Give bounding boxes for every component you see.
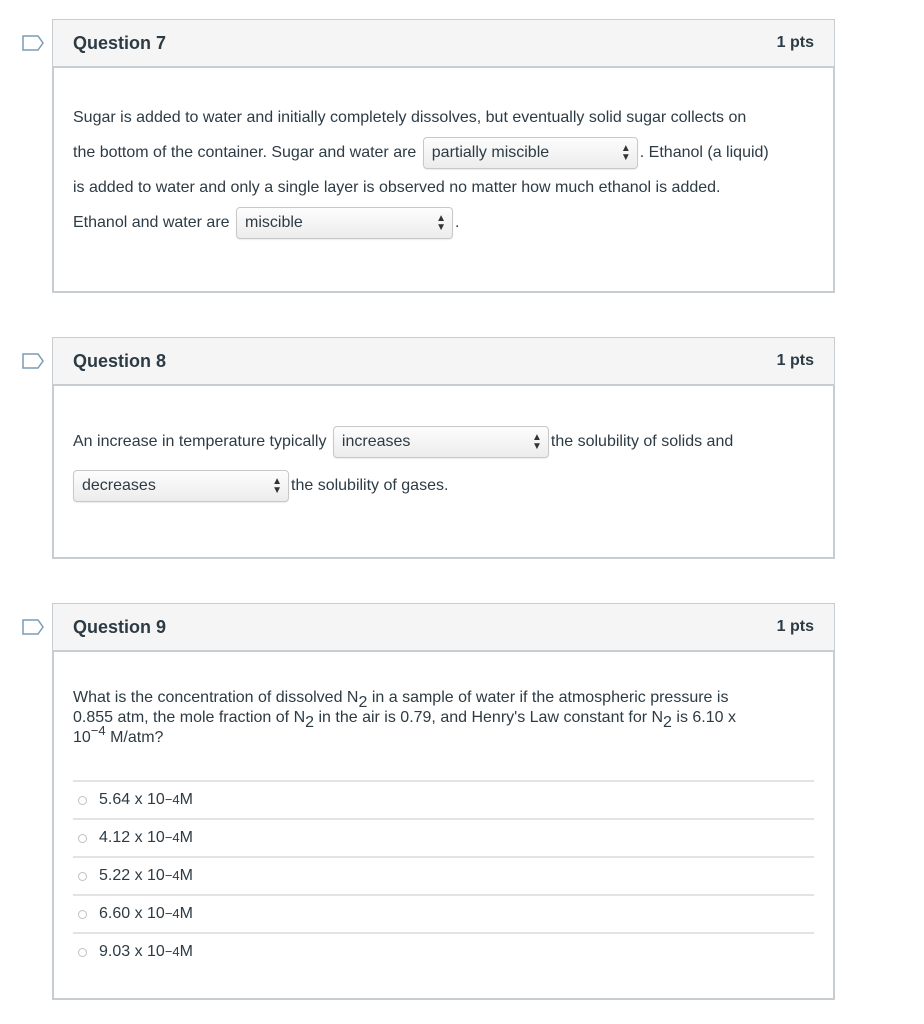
answer-unit: M [179,867,193,884]
text: 10 [73,729,91,746]
select-value: increases [341,432,411,450]
answer-list: 5.64 x 10 −4 M 4.12 x 10 −4 M 5.22 x 10 −4 … [73,780,814,970]
answer-text: 5.22 x 10 [99,867,165,884]
select-arrows-icon: ▲ ▼ [620,142,631,163]
text: Sugar is added to water and initially co… [73,109,747,126]
answer-option[interactable]: 9.03 x 10 −4 M [73,932,814,970]
answer-unit: M [179,905,193,922]
answer-option[interactable]: 4.12 x 10 −4 M [73,818,814,856]
answer-unit: M [179,829,193,846]
radio-button[interactable] [78,871,87,881]
flag-question-icon[interactable] [22,35,44,51]
text: Ethanol and water are [73,214,230,231]
flag-question-icon[interactable] [22,619,44,635]
miscibility-select-1[interactable]: partially miscible ▲ ▼ [422,136,638,169]
question-points: 1 pts [776,34,814,51]
answer-text: 4.12 x 10 [99,829,165,846]
answer-text: 5.64 x 10 [99,791,165,808]
subscript: 2 [663,714,672,731]
question-title: Question 7 [73,32,167,53]
text: the solubility of gases. [291,477,449,494]
question-title: Question 8 [73,350,167,371]
answer-unit: M [179,791,193,808]
text: in the air is 0.79, and Henry's Law cons… [314,709,664,726]
question-text: An increase in temperature typically inc… [53,386,834,508]
radio-button[interactable] [78,947,87,957]
select-value: partially miscible [431,143,550,161]
subscript: 2 [305,714,315,731]
question-8: Question 8 1 pts An increase in temperat… [52,337,835,559]
text: is added to water and only a single laye… [73,179,721,196]
question-title: Question 9 [73,616,167,637]
question-header: Question 7 1 pts [53,20,834,68]
text: An increase in temperature typically [73,433,327,450]
answer-text: 6.60 x 10 [99,905,165,922]
text: the solubility of solids and [550,433,734,450]
answer-option[interactable]: 6.60 x 10 −4 M [73,894,814,932]
miscibility-select-2[interactable]: miscible ▲ ▼ [236,206,453,239]
question-points: 1 pts [776,352,814,369]
question-text: Sugar is added to water and initially co… [53,68,834,240]
question-text: What is the concentration of dissolved N… [53,652,834,970]
text: What is the concentration of dissolved N [73,689,359,706]
select-arrows-icon: ▲ ▼ [436,212,446,233]
question-7: Question 7 1 pts Sugar is added to water… [52,19,835,293]
text: the bottom of the container. Sugar and w… [73,144,417,161]
text: M/atm? [105,729,164,746]
answer-option[interactable]: 5.22 x 10 −4 M [73,856,814,894]
text: is 6.10 x [671,709,736,726]
select-value: miscible [245,213,303,231]
superscript: −4 [90,723,106,738]
select-arrows-icon: ▲ ▼ [272,475,282,496]
select-value: decreases [82,476,156,494]
radio-button[interactable] [78,909,87,919]
question-header: Question 8 1 pts [53,338,834,386]
radio-button[interactable] [78,795,87,805]
text: in a sample of water if the atmospheric … [367,689,729,706]
text: . [455,214,460,231]
answer-unit: M [179,943,193,960]
text: 0.855 atm, the mole fraction of N [73,709,306,726]
temperature-gases-select[interactable]: decreases ▲ ▼ [73,469,289,502]
text: . Ethanol (a liquid) [639,144,769,161]
answer-option[interactable]: 5.64 x 10 −4 M [73,780,814,818]
question-9: Question 9 1 pts What is the concentrati… [52,603,835,1000]
answer-text: 9.03 x 10 [99,943,165,960]
temperature-solids-select[interactable]: increases ▲ ▼ [332,425,549,458]
flag-question-icon[interactable] [22,353,44,369]
question-points: 1 pts [776,618,814,635]
question-header: Question 9 1 pts [53,604,834,652]
select-arrows-icon: ▲ ▼ [532,431,542,452]
radio-button[interactable] [78,833,87,843]
